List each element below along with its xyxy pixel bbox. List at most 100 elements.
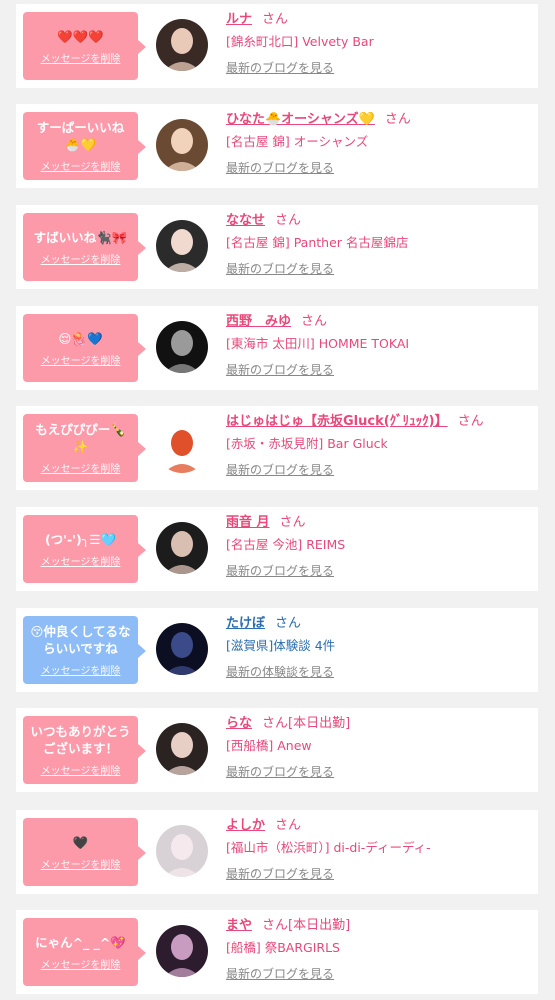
profile-info: 雨音 月さん [名古屋 今池] REIMS 最新のブログを見る [226,512,530,579]
delete-message-link[interactable]: メッセージを削除 [41,662,121,677]
message-bubble: もえぴぴぴー🍾✨ メッセージを削除 [23,414,146,482]
latest-post-link[interactable]: 最新のブログを見る [226,562,334,579]
store-info: [錦糸町北口] Velvety Bar [226,34,374,49]
name-line: よしか さん [226,815,530,837]
message-card: すばいいね🐈‍⬛🎀 メッセージを削除 ななせ さん [名古屋 錦] Panther… [16,205,538,289]
store-info: [名古屋 錦] オーシャンズ [226,134,369,149]
girl-avatar[interactable] [156,925,208,977]
latest-post-link[interactable]: 最新のブログを見る [226,865,334,882]
girl-avatar[interactable] [156,723,208,775]
honorific: さん [262,918,289,933]
latest-post-link[interactable]: 最新のブログを見る [226,763,334,780]
night-avatar[interactable] [156,623,208,675]
name-line: ななせ さん [226,210,530,232]
message-card: すーぱーいいね🐣💛 メッセージを削除 ひなた🐣オーシャンズ💛 さん [名古屋 錦]… [16,104,538,188]
profile-info: たけぼ さん [滋賀県]体験談 4件 最新の体験談を見る [226,613,530,680]
store-info: [西船橋] Anew [226,738,312,753]
latest-post-link[interactable]: 最新のブログを見る [226,260,334,277]
profile-info: ルナ さん [錦糸町北口] Velvety Bar 最新のブログを見る [226,9,530,76]
delete-message-link[interactable]: メッセージを削除 [41,352,121,367]
profile-info: ひなた🐣オーシャンズ💛 さん [名古屋 錦] オーシャンズ 最新のブログを見る [226,109,530,176]
latest-post-link[interactable]: 最新のブログを見る [226,159,334,176]
profile-name-link[interactable]: たけぼ [226,616,265,631]
profile-name-link[interactable]: ルナ [226,12,252,27]
message-list: ❤️❤️❤️ メッセージを削除 ルナ さん [錦糸町北口] Velvety Bar… [0,0,555,1000]
honorific: さん [262,12,289,27]
name-line: 雨音 月さん [226,512,530,534]
illustration-avatar[interactable] [156,421,208,473]
latest-post-link[interactable]: 最新のブログを見る [226,461,334,478]
attendance-badge: [本日出勤] [288,716,351,731]
profile-name-link[interactable]: 西野 みゆ [226,314,291,329]
message-bubble: いつもありがとうございます！ メッセージを削除 [23,716,146,784]
honorific: さん [275,616,302,631]
honorific: さん [384,112,411,127]
delete-message-link[interactable]: メッセージを削除 [41,956,121,971]
message-text: 😌🪼💙 [58,330,103,346]
message-card: 😌🪼💙 メッセージを削除 西野 みゆ さん [東海市 太田川] HOMME TOK… [16,306,538,390]
profile-name-link[interactable]: まや [226,918,252,933]
message-bubble: (つ'-')╮☰🩵 メッセージを削除 [23,515,146,583]
profile-name-link[interactable]: らな [226,716,252,731]
message-card: 🖤 メッセージを削除 よしか さん [福山市（松浜町）] di-di-ディーディ-… [16,810,538,894]
message-bubble: にゃん^_ _^💖 メッセージを削除 [23,918,146,986]
latest-post-link[interactable]: 最新のブログを見る [226,59,334,76]
store-info: [船橋] 祭BARGIRLS [226,940,340,955]
message-bubble: すばいいね🐈‍⬛🎀 メッセージを削除 [23,213,146,281]
name-line: ひなた🐣オーシャンズ💛 さん [226,109,530,131]
girl-avatar[interactable] [156,19,208,71]
store-info: [滋賀県]体験談 4件 [226,638,336,653]
attendance-badge: [本日出勤] [288,918,351,933]
profile-name-link[interactable]: ななせ [226,213,265,228]
name-line: はじゅはじゅ【赤坂Gluck(ｸﾞﾘｭｯｸ)】 さん [226,411,530,433]
message-bubble: ❤️❤️❤️ メッセージを削除 [23,12,146,80]
girl-avatar[interactable] [156,119,208,171]
girl-avatar[interactable] [156,220,208,272]
profile-info: よしか さん [福山市（松浜町）] di-di-ディーディ- 最新のブログを見る [226,815,530,882]
logo-avatar[interactable] [156,321,208,373]
delete-message-link[interactable]: メッセージを削除 [41,856,121,871]
profile-name-link[interactable]: 雨音 月 [226,515,270,530]
name-line: ルナ さん [226,9,530,31]
girl-avatar[interactable] [156,825,208,877]
store-info: [赤坂・赤坂見附] Bar Gluck [226,436,388,451]
profile-info: まや さん[本日出勤] [船橋] 祭BARGIRLS 最新のブログを見る [226,915,530,982]
delete-message-link[interactable]: メッセージを削除 [41,460,121,475]
honorific: さん [279,515,306,530]
honorific: さん [457,414,484,429]
profile-info: 西野 みゆ さん [東海市 太田川] HOMME TOKAI 最新のブログを見る [226,311,530,378]
delete-message-link[interactable]: メッセージを削除 [41,50,121,65]
profile-info: らな さん[本日出勤] [西船橋] Anew 最新のブログを見る [226,713,530,780]
store-info: [名古屋 錦] Panther 名古屋錦店 [226,235,409,250]
honorific: さん [301,314,328,329]
store-info: [福山市（松浜町）] di-di-ディーディ- [226,840,431,855]
message-card: いつもありがとうございます！ メッセージを削除 らな さん[本日出勤] [西船橋]… [16,708,538,792]
message-text: ❤️❤️❤️ [57,28,104,44]
message-text: もえぴぴぴー🍾✨ [35,422,126,454]
message-text: いつもありがとうございます！ [30,724,131,756]
honorific: さん [275,818,302,833]
profile-name-link[interactable]: はじゅはじゅ【赤坂Gluck(ｸﾞﾘｭｯｸ)】 [226,414,448,429]
profile-name-link[interactable]: よしか [226,818,265,833]
name-line: まや さん[本日出勤] [226,915,530,937]
name-line: たけぼ さん [226,613,530,635]
girl-avatar[interactable] [156,522,208,574]
message-card: もえぴぴぴー🍾✨ メッセージを削除 はじゅはじゅ【赤坂Gluck(ｸﾞﾘｭｯｸ)… [16,406,538,490]
latest-post-link[interactable]: 最新のブログを見る [226,965,334,982]
message-bubble: すーぱーいいね🐣💛 メッセージを削除 [23,112,146,180]
message-text: にゃん^_ _^💖 [35,934,126,950]
latest-post-link[interactable]: 最新の体験談を見る [226,663,334,680]
message-card: (つ'-')╮☰🩵 メッセージを削除 雨音 月さん [名古屋 今池] REIMS… [16,507,538,591]
store-info: [東海市 太田川] HOMME TOKAI [226,336,410,351]
delete-message-link[interactable]: メッセージを削除 [41,762,121,777]
delete-message-link[interactable]: メッセージを削除 [41,251,121,266]
honorific: さん [262,716,289,731]
delete-message-link[interactable]: メッセージを削除 [41,553,121,568]
profile-name-link[interactable]: ひなた🐣オーシャンズ💛 [226,112,375,127]
profile-info: はじゅはじゅ【赤坂Gluck(ｸﾞﾘｭｯｸ)】 さん [赤坂・赤坂見附] Bar … [226,411,530,478]
latest-post-link[interactable]: 最新のブログを見る [226,361,334,378]
message-text: すばいいね🐈‍⬛🎀 [33,229,128,245]
message-text: すーぱーいいね🐣💛 [36,120,125,152]
message-text: 🖤 [72,834,89,850]
delete-message-link[interactable]: メッセージを削除 [41,158,121,173]
